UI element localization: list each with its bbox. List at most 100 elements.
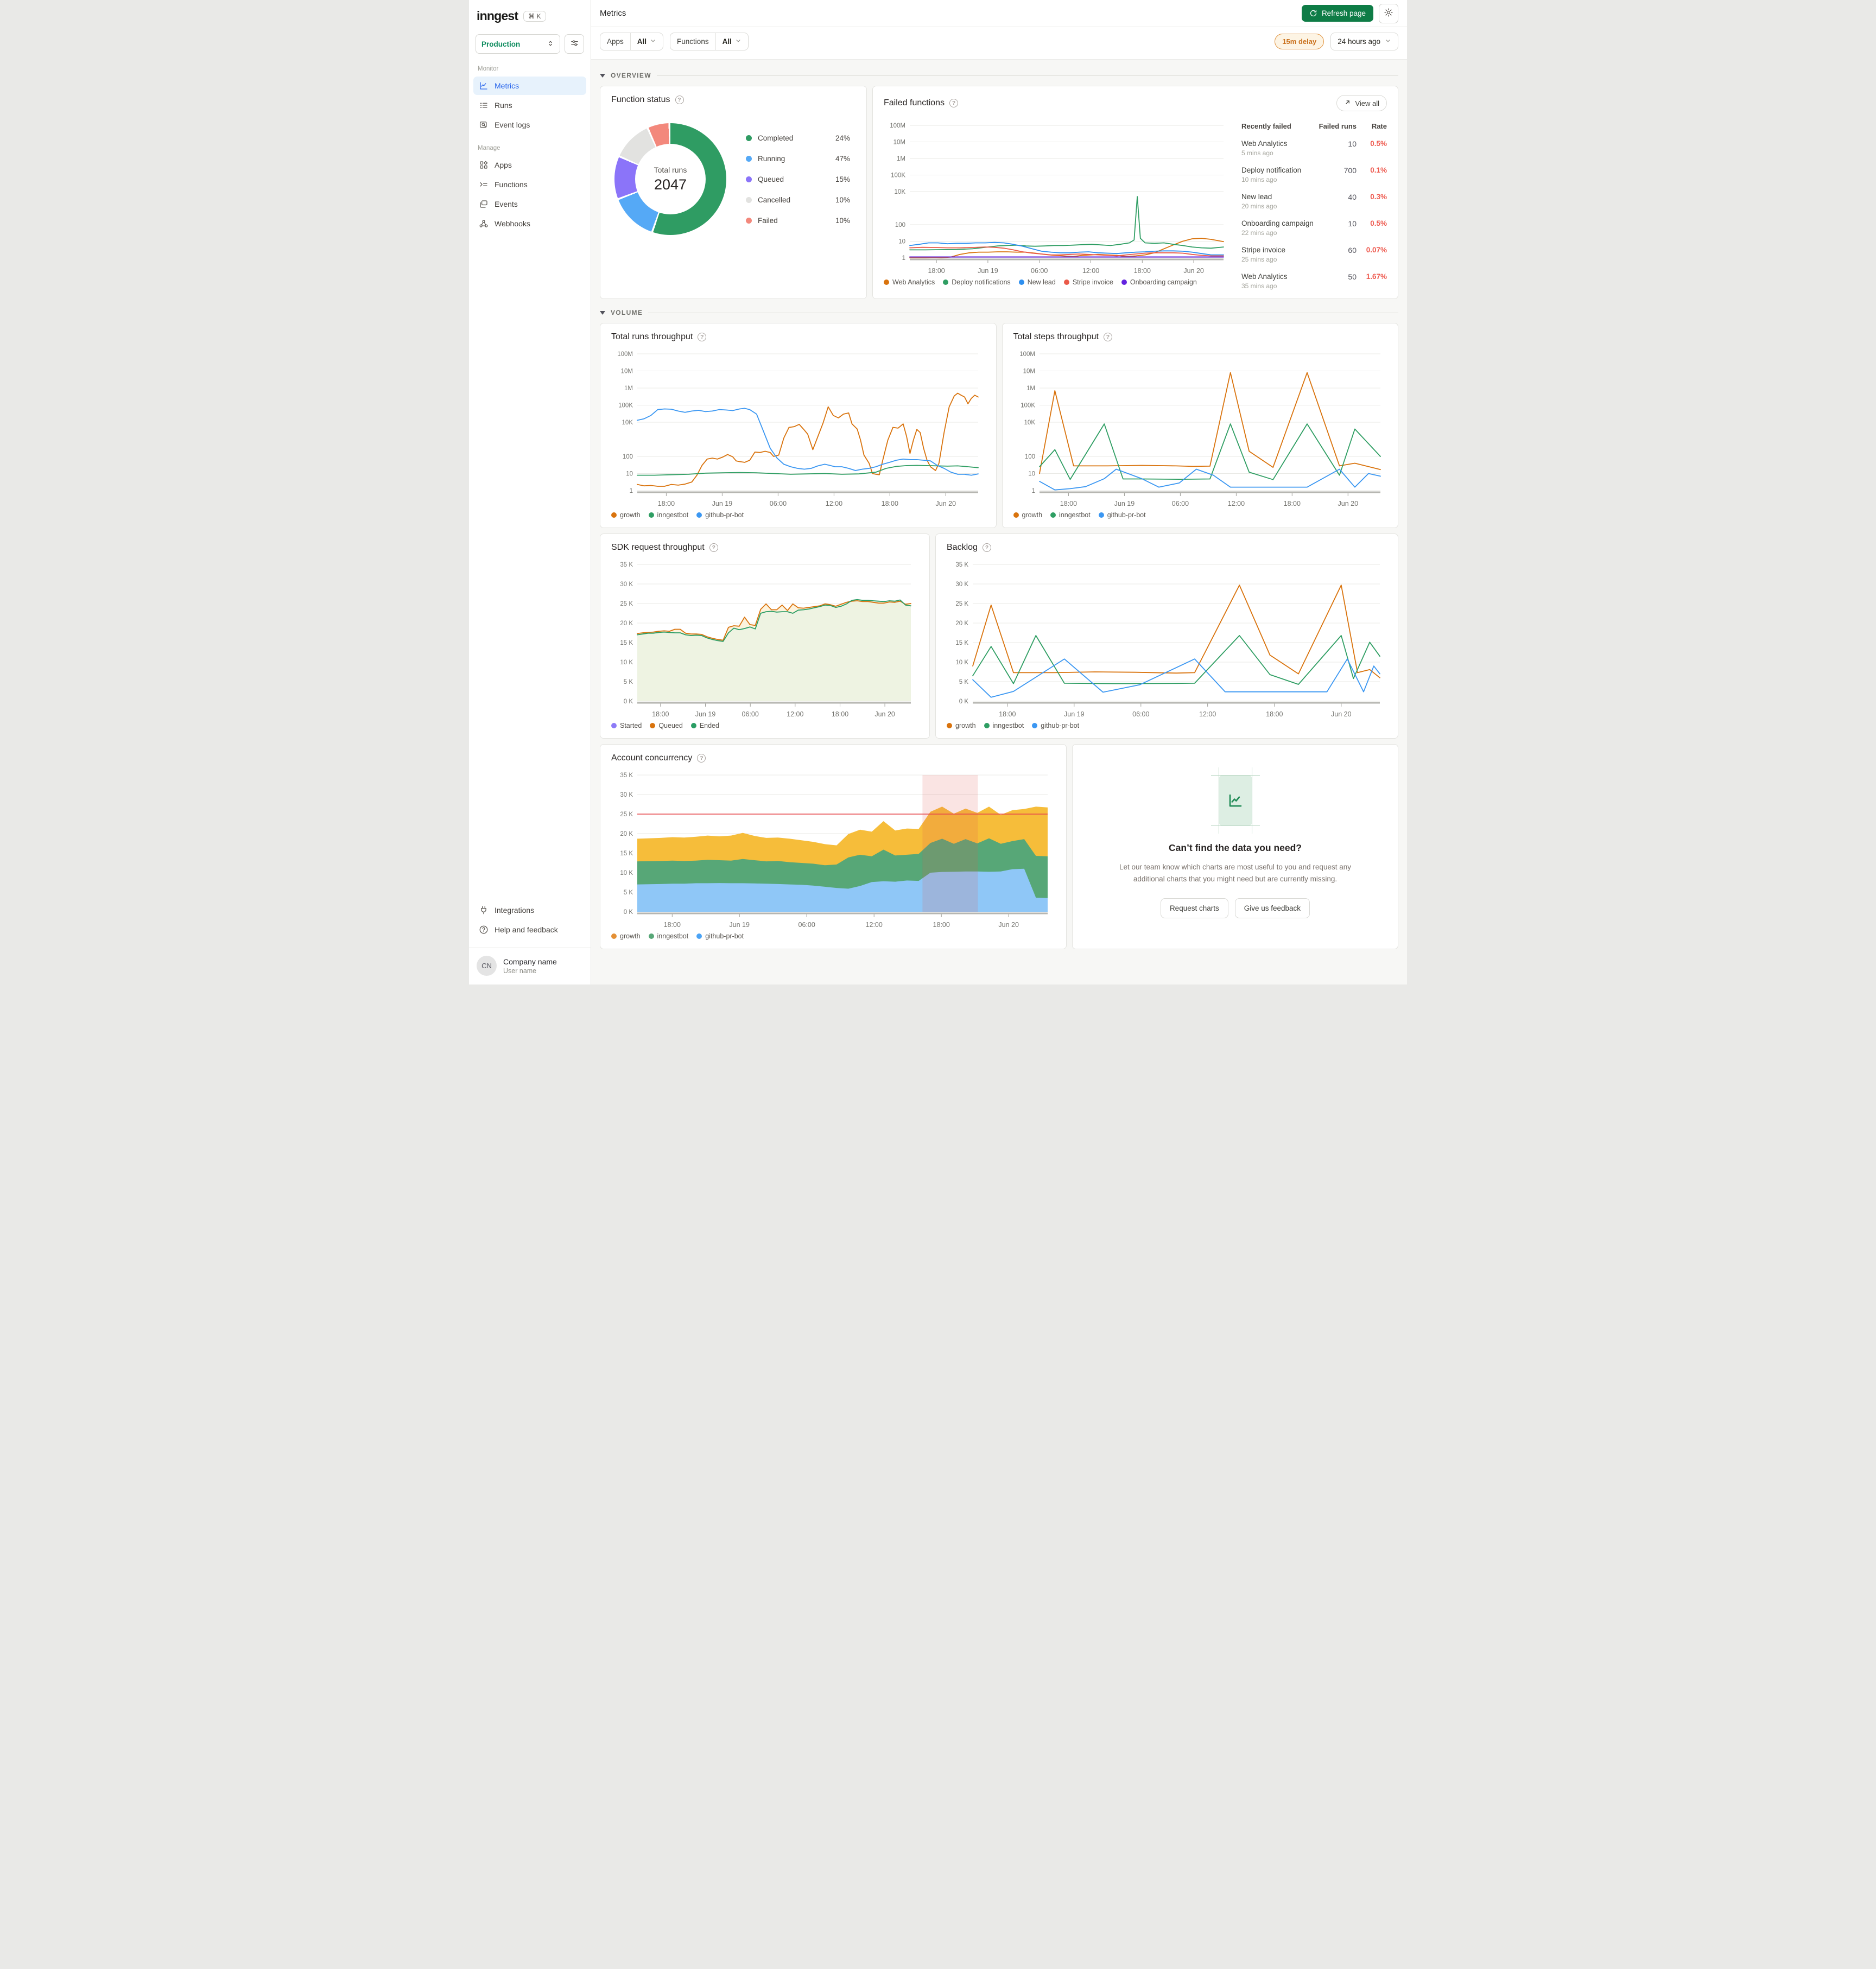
failed-functions-chart[interactable]: 100M 10M 1M 100K 10K 100 10 1 18:00 Jun 19 06:00 12… (884, 118, 1231, 276)
svg-text:12:00: 12:00 (787, 710, 803, 718)
sdk-request-chart[interactable]: 35 K 30 K 25 K 20 K 15 K 10 K 5 K 0 K 18:00 Jun 1… (611, 557, 918, 720)
total-runs-chart[interactable]: 100M 10M 1M 100K 10K 100 10 1 18:00 Jun 19 06:00 12… (611, 346, 986, 509)
table-row[interactable]: Onboarding campaign 22 mins ago 10 0.5% (1241, 219, 1387, 237)
apps-filter[interactable]: Apps All (600, 33, 664, 50)
env-filter-button[interactable] (565, 34, 584, 54)
help-icon[interactable]: ? (982, 543, 991, 552)
workspace-select[interactable]: Production (476, 34, 560, 54)
svg-text:0 K: 0 K (624, 909, 633, 916)
command-k-shortcut[interactable]: ⌘ K (523, 10, 546, 22)
legend-label: Running (758, 154, 785, 163)
plug-icon (479, 905, 489, 915)
workspace-name: Production (481, 40, 521, 48)
svg-text:18:00: 18:00 (882, 500, 898, 507)
legend-dot (1050, 512, 1056, 518)
legend-item[interactable]: inngestbot (648, 932, 688, 940)
failed-runs-count: 10 (1348, 219, 1357, 228)
donut-center-value: 2047 (654, 176, 687, 193)
svg-text:10: 10 (898, 239, 905, 245)
legend-item[interactable]: Ended (690, 722, 719, 729)
legend-item[interactable]: Queued (650, 722, 683, 729)
legend-dot (746, 196, 752, 203)
legend-item[interactable]: growth (611, 511, 641, 519)
help-icon[interactable]: ? (697, 754, 706, 763)
sidebar-item-help-and-feedback[interactable]: Help and feedback (473, 920, 586, 939)
help-icon[interactable]: ? (698, 333, 707, 341)
legend-item[interactable]: inngestbot (648, 511, 688, 519)
legend-item[interactable]: inngestbot (1050, 511, 1091, 519)
legend-item[interactable]: growth (1013, 511, 1042, 519)
time-range-select[interactable]: 24 hours ago (1330, 33, 1398, 50)
failed-runs-count: 50 (1348, 272, 1357, 281)
account-concurrency-chart[interactable]: 35 K 30 K 25 K 20 K 15 K 10 K 5 K 0 K 18:00 Jun 1… (611, 767, 1055, 930)
legend-item[interactable]: growth (947, 722, 976, 729)
account-menu[interactable]: CN Company name User name (469, 948, 591, 984)
apps-filter-value: All (637, 37, 647, 46)
view-all-button[interactable]: View all (1336, 95, 1387, 111)
legend-item[interactable]: New lead (1018, 278, 1056, 286)
sidebar-item-apps[interactable]: Apps (473, 156, 586, 174)
svg-text:100M: 100M (890, 123, 905, 129)
help-icon[interactable]: ? (1103, 333, 1112, 341)
total-steps-chart[interactable]: 100M 10M 1M 100K 10K 100 10 1 18:00 Jun 19 06:00 12… (1013, 346, 1388, 509)
legend-item[interactable]: Onboarding campaign (1121, 278, 1197, 286)
function-status-legend: Completed 24% Running 47% Queued 15% Can… (746, 134, 852, 225)
legend-dot (746, 217, 752, 224)
table-row[interactable]: Web Analytics 35 mins ago 50 1.67% (1241, 272, 1387, 290)
table-row[interactable]: Deploy notification 10 mins ago 700 0.1% (1241, 166, 1387, 183)
legend-item[interactable]: Stripe invoice (1063, 278, 1113, 286)
table-row[interactable]: Stripe invoice 25 mins ago 60 0.07% (1241, 246, 1387, 263)
card-title: Total runs throughput (611, 332, 693, 341)
sidebar-item-integrations[interactable]: Integrations (473, 901, 586, 919)
give-feedback-button[interactable]: Give us feedback (1234, 898, 1310, 919)
legend-item[interactable]: github-pr-bot (696, 511, 744, 519)
legend-dot (1063, 280, 1069, 285)
legend-item[interactable]: Web Analytics (884, 278, 935, 286)
function-name: Web Analytics (1241, 139, 1288, 148)
help-icon[interactable]: ? (949, 99, 959, 107)
request-charts-button[interactable]: Request charts (1160, 898, 1228, 919)
backlog-chart[interactable]: 35 K 30 K 25 K 20 K 15 K 10 K 5 K 0 K 18:00 Jun 1… (947, 557, 1387, 720)
legend-item[interactable]: github-pr-bot (1098, 511, 1146, 519)
legend-item[interactable]: Started (611, 722, 642, 729)
help-icon (479, 925, 489, 935)
failed-time: 10 mins ago (1241, 176, 1277, 183)
sidebar-item-webhooks[interactable]: Webhooks (473, 214, 586, 233)
svg-text:18:00: 18:00 (1060, 500, 1076, 507)
svg-text:Jun 19: Jun 19 (978, 267, 998, 275)
sidebar-item-events[interactable]: Events (473, 195, 586, 213)
functions-filter-value: All (722, 37, 732, 46)
svg-text:10M: 10M (893, 139, 905, 146)
svg-text:Jun 20: Jun 20 (874, 710, 895, 718)
svg-text:1M: 1M (1026, 385, 1035, 392)
sidebar-item-metrics[interactable]: Metrics (473, 77, 586, 95)
section-overview-label: OVERVIEW (611, 72, 651, 79)
collapse-triangle-icon[interactable] (600, 310, 605, 315)
backlog-legend: growth inngestbot github-pr-bot (947, 722, 1387, 729)
svg-text:18:00: 18:00 (999, 710, 1016, 718)
table-row[interactable]: New lead 20 mins ago 40 0.3% (1241, 193, 1387, 210)
legend-item[interactable]: github-pr-bot (1032, 722, 1079, 729)
functions-icon (479, 180, 489, 189)
donut-center-label: Total runs (654, 165, 687, 174)
legend-item[interactable]: inngestbot (984, 722, 1024, 729)
functions-filter[interactable]: Functions All (670, 33, 749, 50)
collapse-triangle-icon[interactable] (600, 73, 605, 78)
help-icon[interactable]: ? (709, 543, 718, 552)
table-row[interactable]: Web Analytics 5 mins ago 10 0.5% (1241, 139, 1387, 157)
sidebar-item-event-logs[interactable]: Event logs (473, 116, 586, 134)
svg-text:Jun 19: Jun 19 (1064, 710, 1085, 718)
settings-button[interactable] (1379, 3, 1398, 23)
legend-item[interactable]: github-pr-bot (696, 932, 744, 940)
company-name: Company name (503, 957, 557, 966)
refresh-page-button[interactable]: Refresh page (1301, 5, 1373, 22)
account-concurrency-card: Account concurrency? 35 K 30 K 25 K 20 K 15 … (600, 744, 1067, 949)
legend-item[interactable]: Deploy notifications (943, 278, 1011, 286)
failed-time: 25 mins ago (1241, 256, 1277, 263)
svg-text:10K: 10K (895, 189, 906, 195)
legend-item[interactable]: growth (611, 932, 641, 940)
help-icon[interactable]: ? (675, 96, 684, 104)
sidebar-item-functions[interactable]: Functions (473, 175, 586, 194)
feedback-card: Can’t find the data you need? Let our te… (1072, 744, 1398, 949)
sidebar-item-runs[interactable]: Runs (473, 96, 586, 115)
